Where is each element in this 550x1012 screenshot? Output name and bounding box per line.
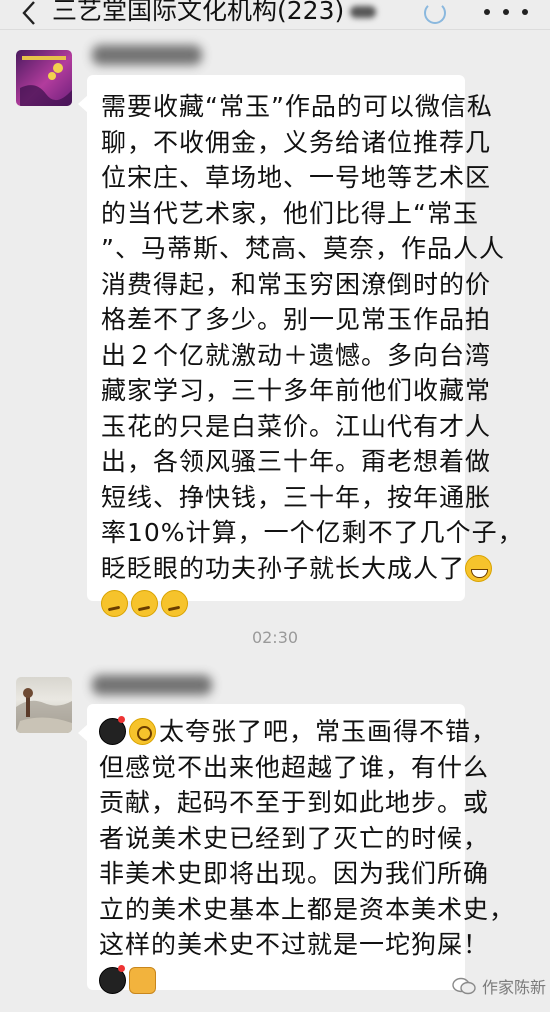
fist-emoji-icon: [129, 966, 156, 994]
message-line: 眨眨眼的功夫孙子就长大成人了: [101, 551, 493, 587]
dizzy-face-emoji-icon: [129, 718, 156, 745]
back-button[interactable]: [14, 0, 44, 28]
grin-emoji-icon: [465, 554, 493, 582]
thinking-emoji-icon: [161, 590, 188, 617]
avatar[interactable]: [16, 677, 72, 733]
message-bubble[interactable]: 太夸张了吧，常玉画得不错， 但感觉不出来他超越了谁，有什么 贡献，起码不至于到如…: [78, 704, 516, 994]
thinking-emoji-icon: [101, 590, 128, 617]
emoji-line: [101, 586, 451, 622]
wechat-icon: [452, 977, 476, 995]
bomb-emoji-icon: [99, 964, 126, 994]
emoji-line: [99, 963, 453, 999]
message-line: 率10%计算，一个亿剩不了几个子，: [101, 518, 524, 547]
message-timestamp: 02:30: [251, 628, 299, 647]
message-line: 需要收藏“常玉”作品的可以微信私: [101, 92, 493, 121]
message-line: 贡献，起码不至于到如此地步。或: [99, 788, 490, 817]
message-bubble[interactable]: 需要收藏“常玉”作品的可以微信私 聊，不收佣金，义务给诸位推荐几 位宋庄、草场地…: [78, 75, 524, 617]
more-dots-icon[interactable]: [484, 2, 528, 22]
thinking-emoji-icon: [131, 590, 158, 617]
chevron-left-icon: [22, 1, 35, 25]
sender-name-redacted: [92, 675, 212, 695]
message-line: 玉花的只是白菜价。江山代有才人: [101, 411, 492, 441]
message-line: 这样的美术史不过就是一坨狗屎！: [99, 930, 490, 959]
message-line: 太夸张了吧，常玉画得不错，: [99, 714, 496, 750]
watermark-text: 作家陈新: [482, 978, 547, 997]
message-line: 出，各领风骚三十年。甭老想着做: [101, 447, 492, 476]
bomb-emoji-icon: [99, 716, 126, 745]
watermark: 作家陈新: [452, 974, 546, 998]
title-redaction: [350, 6, 377, 18]
chat-header: 三艺堂国际文化机构(223): [0, 0, 550, 30]
avatar[interactable]: [16, 50, 72, 106]
message-line-text: 眨眨眼的功夫孙子就长大成人了: [101, 553, 466, 583]
message-line: 非美术史即将出现。因为我们所确: [99, 859, 490, 888]
message-line: 消费得起，和常玉穷困潦倒时的价: [101, 269, 492, 299]
loading-ring-icon: [424, 2, 446, 24]
message-line: 立的美术史基本上都是资本美术史，: [99, 894, 516, 924]
chat-title: 三艺堂国际文化机构(223): [52, 0, 377, 28]
message-line: 格差不了多少。别一见常玉作品拍: [101, 305, 492, 334]
chat-title-text: 三艺堂国际文化机构(223): [52, 0, 345, 25]
message-line: 藏家学习，三十多年前他们收藏常: [101, 376, 492, 405]
message-line: 位宋庄、草场地、一号地等艺术区: [101, 163, 492, 192]
message-line: 的当代艺术家，他们比得上“常玉: [101, 198, 479, 228]
message-line: ”、马蒂斯、梵高、莫奈，作品人人: [101, 234, 505, 263]
message-line: 者说美术史已经到了灭亡的时候，: [99, 823, 490, 853]
message-line: 聊，不收佣金，义务给诸位推荐几: [101, 127, 492, 157]
message-line: 但感觉不出来他超越了谁，有什么: [99, 752, 490, 782]
message-line: 出２个亿就激动＋遗憾。多向台湾: [101, 340, 492, 370]
sender-name-redacted: [92, 45, 202, 65]
message-line-text: 太夸张了吧，常玉画得不错，: [159, 717, 498, 746]
message-line: 短线、挣快钱，三十年，按年通胀: [101, 482, 492, 512]
